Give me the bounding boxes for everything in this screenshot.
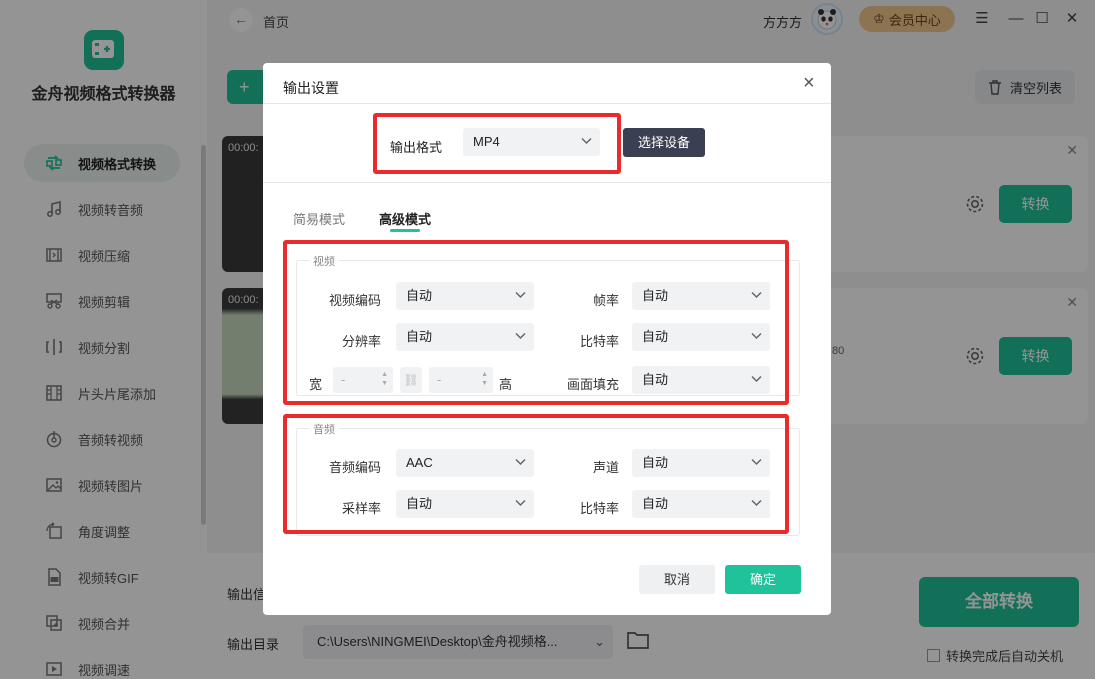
active-tab-indicator [390,229,420,232]
close-icon[interactable]: × [803,73,815,93]
highlight-box [283,240,789,405]
tab-simple-mode[interactable]: 简易模式 [293,209,345,228]
divider [263,182,831,183]
tab-advanced-mode[interactable]: 高级模式 [379,209,431,228]
output-settings-dialog: 输出设置 × 输出格式 MP4 选择设备 简易模式 高级模式 视频 视频编码 自… [263,63,831,615]
select-device-button[interactable]: 选择设备 [623,128,705,157]
highlight-box [283,414,789,534]
highlight-box [373,113,621,174]
divider [263,103,831,104]
confirm-button[interactable]: 确定 [725,565,801,594]
cancel-button[interactable]: 取消 [639,565,715,594]
dialog-title: 输出设置 [283,80,339,96]
